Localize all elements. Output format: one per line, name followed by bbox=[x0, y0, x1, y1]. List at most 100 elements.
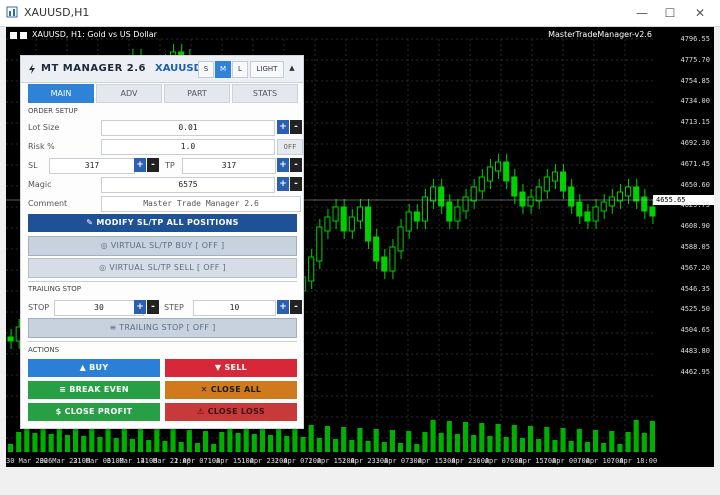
volume-bar bbox=[341, 427, 347, 452]
lot-size-input[interactable]: 0.01 bbox=[101, 120, 275, 136]
candle-body bbox=[633, 186, 640, 202]
close-profit-button[interactable]: $ CLOSE PROFIT bbox=[28, 403, 160, 421]
risk-toggle[interactable]: OFF bbox=[277, 139, 303, 155]
sl-decrease-button[interactable]: - bbox=[147, 158, 159, 172]
candle-body bbox=[511, 176, 518, 197]
volume-bar bbox=[235, 433, 241, 452]
volume-bar bbox=[308, 425, 314, 452]
volume-bar bbox=[601, 443, 607, 452]
step-increase-button[interactable]: + bbox=[277, 300, 289, 314]
risk-input[interactable]: 1.0 bbox=[101, 139, 275, 155]
tab-adv[interactable]: ADV bbox=[96, 84, 162, 103]
volume-bar bbox=[544, 427, 550, 452]
stop-input[interactable]: 30 bbox=[54, 300, 144, 316]
volume-bar bbox=[178, 442, 184, 452]
panel-title: MT MANAGER 2.6 bbox=[41, 63, 146, 74]
pencil-icon: ✎ bbox=[86, 218, 97, 227]
maximize-button[interactable]: ☐ bbox=[656, 4, 684, 22]
panel-header[interactable]: MT MANAGER 2.6 XAUUSD S M L LIGHT ▲ bbox=[21, 56, 303, 83]
equals-icon: ≡ bbox=[59, 385, 70, 394]
volume-bar bbox=[430, 420, 436, 452]
divider bbox=[28, 281, 297, 282]
virtual-sltp-buy-button[interactable]: ◎ VIRTUAL SL/TP BUY [ OFF ] bbox=[28, 236, 297, 256]
volume-bar bbox=[536, 439, 542, 452]
candle-body bbox=[430, 186, 437, 202]
volume-bar bbox=[170, 429, 176, 452]
magic-input[interactable]: 6575 bbox=[101, 177, 275, 193]
modify-sltp-button[interactable]: ✎ MODIFY SL/TP ALL POSITIONS bbox=[28, 214, 297, 232]
step-input[interactable]: 10 bbox=[193, 300, 276, 316]
close-button[interactable]: ✕ bbox=[686, 4, 714, 22]
size-s-button[interactable]: S bbox=[198, 61, 214, 78]
volume-bar bbox=[373, 429, 379, 452]
candle-body bbox=[625, 186, 632, 197]
tab-part[interactable]: PART bbox=[164, 84, 230, 103]
candle-body bbox=[324, 216, 331, 232]
volume-bar bbox=[113, 438, 119, 452]
tp-input[interactable]: 317 bbox=[182, 158, 276, 174]
candle-body bbox=[308, 256, 315, 282]
window-title: XAUUSD,H1 bbox=[24, 6, 90, 19]
close-loss-label: CLOSE LOSS bbox=[207, 407, 265, 416]
volume-bar bbox=[389, 430, 395, 452]
close-all-button[interactable]: ✕ CLOSE ALL bbox=[165, 381, 297, 399]
sl-input[interactable]: 317 bbox=[49, 158, 135, 174]
light-theme-button[interactable]: LIGHT bbox=[250, 61, 284, 78]
window-titlebar: XAUUSD,H1 — ☐ ✕ bbox=[0, 0, 720, 27]
sell-button[interactable]: ▼ SELL bbox=[165, 359, 297, 377]
order-setup-heading: ORDER SETUP bbox=[28, 107, 78, 115]
candle-body bbox=[373, 236, 380, 262]
break-even-button[interactable]: ≡ BREAK EVEN bbox=[28, 381, 160, 399]
candle-body bbox=[616, 191, 623, 202]
virtual-sltp-buy-label: VIRTUAL SL/TP BUY [ OFF ] bbox=[110, 241, 225, 250]
tp-increase-button[interactable]: + bbox=[277, 158, 289, 172]
dollar-icon: $ bbox=[55, 407, 65, 416]
virtual-sltp-sell-button[interactable]: ◎ VIRTUAL SL/TP SELL [ OFF ] bbox=[28, 258, 297, 278]
candle-body bbox=[527, 196, 534, 207]
trade-manager-panel: MT MANAGER 2.6 XAUUSD S M L LIGHT ▲ MAIN… bbox=[20, 55, 304, 429]
volume-bar bbox=[633, 420, 639, 452]
collapse-button[interactable]: ▲ bbox=[285, 61, 299, 76]
volume-bar bbox=[16, 432, 22, 452]
volume-bar bbox=[560, 428, 566, 452]
volume-bar bbox=[203, 431, 209, 452]
comment-input[interactable]: Master Trade Manager 2.6 bbox=[101, 196, 301, 212]
volume-bar bbox=[316, 438, 322, 452]
close-loss-button[interactable]: ⚠ CLOSE LOSS bbox=[165, 403, 297, 421]
trailing-stop-button[interactable]: ≡ TRAILING STOP [ OFF ] bbox=[28, 318, 297, 338]
sl-increase-button[interactable]: + bbox=[134, 158, 146, 172]
volume-bar bbox=[333, 439, 339, 452]
price-tick-label: 4713.15 bbox=[680, 118, 710, 127]
candle-body bbox=[478, 176, 485, 192]
tab-main[interactable]: MAIN bbox=[28, 84, 94, 103]
candle-body bbox=[519, 191, 526, 207]
size-l-button[interactable]: L bbox=[232, 61, 248, 78]
stop-increase-button[interactable]: + bbox=[134, 300, 146, 314]
candle-body bbox=[649, 206, 656, 217]
stop-decrease-button[interactable]: - bbox=[147, 300, 159, 314]
candle-body bbox=[551, 171, 558, 182]
lot-increase-button[interactable]: + bbox=[277, 120, 289, 134]
volume-bar bbox=[422, 432, 428, 452]
chart-symbol-info: XAUUSD, H1: Gold vs US Dollar bbox=[32, 30, 157, 39]
price-tick-label: 4504.65 bbox=[680, 326, 710, 335]
tab-stats[interactable]: STATS bbox=[232, 84, 298, 103]
volume-bar bbox=[454, 434, 460, 452]
stop-label: STOP bbox=[28, 303, 50, 312]
magic-increase-button[interactable]: + bbox=[277, 177, 289, 191]
step-decrease-button[interactable]: - bbox=[290, 300, 302, 314]
lot-decrease-button[interactable]: - bbox=[290, 120, 302, 134]
candle-body bbox=[462, 196, 469, 212]
size-m-button[interactable]: M bbox=[215, 61, 231, 78]
tp-decrease-button[interactable]: - bbox=[290, 158, 302, 172]
price-tick-label: 4754.85 bbox=[680, 76, 710, 85]
minimize-button[interactable]: — bbox=[628, 4, 656, 22]
volume-bar bbox=[463, 422, 469, 452]
modify-sltp-label: MODIFY SL/TP ALL POSITIONS bbox=[96, 218, 239, 227]
magic-decrease-button[interactable]: - bbox=[290, 177, 302, 191]
expert-advisor-label: MasterTradeManager-v2.6 bbox=[548, 30, 652, 39]
volume-bar bbox=[365, 441, 371, 452]
buy-button[interactable]: ▲ BUY bbox=[28, 359, 160, 377]
chart-menu-icons[interactable] bbox=[10, 31, 28, 40]
buy-label: BUY bbox=[89, 363, 109, 372]
